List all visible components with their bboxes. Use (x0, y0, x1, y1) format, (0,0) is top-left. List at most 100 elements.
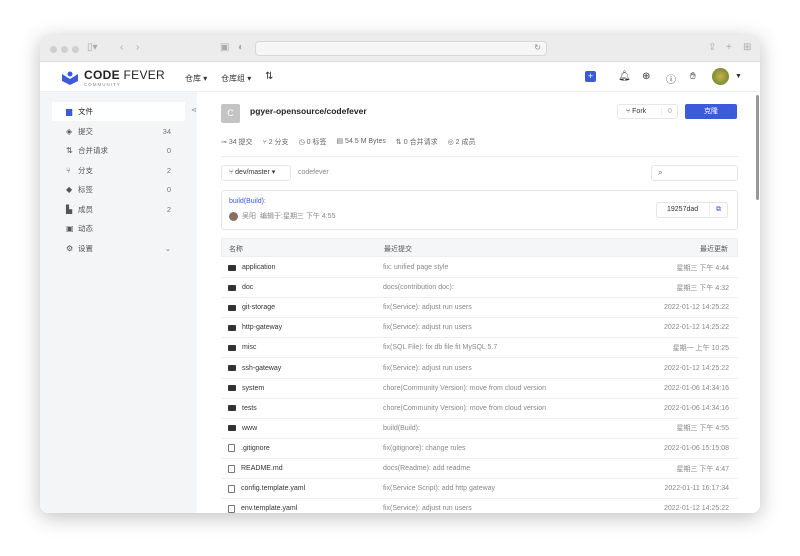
commit-message[interactable]: fix(Service): adjust run users (383, 365, 472, 372)
file-name[interactable]: system (242, 385, 264, 392)
commit-message[interactable]: chore(Community Version): move from clou… (383, 385, 546, 392)
back-icon[interactable]: ‹ (120, 42, 123, 53)
reload-icon[interactable]: ↻ (534, 43, 541, 52)
merge-requests-icon[interactable]: ⇅ (265, 71, 273, 82)
table-row[interactable]: git-storage fix(Service): adjust run user… (221, 298, 738, 319)
avatar[interactable] (712, 68, 729, 85)
file-name[interactable]: www (242, 425, 257, 432)
bell-icon[interactable]: 🔔︎ (618, 71, 631, 82)
commit-message[interactable]: docs(contribution doc): (383, 284, 454, 291)
file-name[interactable]: application (242, 264, 275, 271)
table-row[interactable]: tests chore(Community Version): move from… (221, 399, 738, 419)
table-row[interactable]: misc fix(SQL File): fix db file fit MySQL… (221, 338, 738, 359)
updated-time: 星期三 下午 4:44 (676, 264, 729, 272)
table-row[interactable]: ssh-gateway fix(Service): adjust run user… (221, 359, 738, 379)
updated-time: 2022-01-12 14:25:22 (664, 364, 729, 372)
sidebar-item[interactable]: ▆ 文件 (52, 102, 185, 121)
commit-message[interactable]: build(Build): (383, 425, 420, 432)
branch-select[interactable]: ⑂ dev/master ▾ (221, 165, 291, 181)
commit-message[interactable]: chore(Community Version): move from clou… (383, 405, 546, 412)
copy-icon[interactable]: ⧉ (709, 203, 727, 217)
commit-message[interactable]: fix(Service): adjust run users (383, 304, 472, 311)
file-name[interactable]: doc (242, 284, 253, 291)
sidebar-item[interactable]: ◈ 提交 34 (52, 122, 185, 141)
last-commit-message[interactable]: build(Build): (229, 198, 266, 205)
col-name: 名称 (229, 246, 243, 253)
sidebar-item[interactable]: ◆ 标签 0 (52, 180, 185, 199)
avatar-dropdown-icon[interactable]: ▼ (735, 73, 742, 80)
table-row[interactable]: doc docs(contribution doc): 星期三 下午 4:32 (221, 278, 738, 299)
file-name[interactable]: tests (242, 405, 257, 412)
globe-icon[interactable]: ⊕ (642, 71, 650, 82)
new-tab-icon[interactable]: + (726, 42, 732, 53)
table-row[interactable]: http-gateway fix(Service): adjust run use… (221, 318, 738, 339)
breadcrumb-path[interactable]: codefever (298, 169, 329, 176)
shield-icon[interactable]: ◐ (238, 42, 244, 53)
commit-message[interactable]: fix: unified page style (383, 264, 448, 271)
table-row[interactable]: README.md docs(Readme): add readme 星期三 下午 … (221, 459, 738, 479)
commit-message[interactable]: fix(SQL File): fix db file fit MySQL 5.7 (383, 344, 497, 351)
file-name[interactable]: misc (242, 344, 256, 351)
commit-message[interactable]: fix(Service): adjust run users (383, 324, 472, 331)
table-row[interactable]: config.template.yaml fix(Service Script):… (221, 479, 738, 500)
commit-message[interactable]: docs(Readme): add readme (383, 465, 470, 472)
commit-hash[interactable]: 19257dad ⧉ (656, 202, 728, 218)
table-row[interactable]: application fix: unified page style 星期三 下午… (221, 258, 738, 278)
plus-icon[interactable]: + (585, 71, 596, 82)
commit-message[interactable]: fix(gitignore): change rules (383, 445, 466, 452)
table-row[interactable]: www build(Build): 星期三 下午 4:55 (221, 419, 738, 439)
sidebar-item[interactable]: ▣ 动态 (52, 219, 185, 238)
stat-item[interactable]: ◷ 0 标签 (299, 137, 327, 147)
stat-item[interactable]: ⇅ 0 合并请求 (396, 137, 438, 147)
collapse-sidebar-icon[interactable]: ⋖ (191, 106, 197, 114)
share-icon[interactable]: ⇪ (708, 42, 716, 53)
tabs-overview-icon[interactable]: ⊞ (743, 42, 751, 53)
sidebar-item[interactable]: ▙ 成员 2 (52, 200, 185, 219)
address-bar[interactable]: ↻ (255, 41, 547, 56)
file-name[interactable]: README.md (241, 465, 283, 472)
help-icon[interactable]: ⓘ (666, 71, 676, 86)
file-name[interactable]: http-gateway (242, 324, 282, 331)
folder-icon (228, 385, 236, 392)
logo-accent: FEVER (123, 68, 166, 82)
scrollbar[interactable] (756, 95, 759, 200)
clone-button[interactable]: 克隆 (685, 104, 737, 119)
table-row[interactable]: env.template.yaml fix(Service): adjust ru… (221, 499, 738, 513)
nav-repo-groups[interactable]: 仓库组 ▾ (221, 73, 251, 84)
sidebar-item[interactable]: ⇅ 合并请求 0 (52, 141, 185, 160)
commit-message[interactable]: fix(Service): adjust run users (383, 505, 472, 512)
sidebar-item-count: 2 (166, 204, 171, 214)
reader-icon[interactable]: ▣ (220, 42, 229, 53)
logo[interactable]: CODE FEVER COMMUNITY (62, 68, 165, 87)
file-icon (228, 444, 235, 453)
stat-item[interactable]: ⊸ 34 提交 (221, 137, 253, 147)
search-icon: ⌕ (658, 168, 663, 177)
branch-label: dev/master (235, 169, 270, 176)
file-name[interactable]: git-storage (242, 304, 275, 311)
hand-icon[interactable]: ✋︎ (690, 71, 696, 82)
window-controls[interactable] (50, 46, 79, 53)
file-name[interactable]: env.template.yaml (241, 505, 297, 512)
fork-button[interactable]: ⑂ Fork 0 (617, 104, 678, 119)
updated-time: 2022-01-12 14:25:22 (664, 324, 729, 332)
stat-item[interactable]: ⑂ 2 分支 (263, 137, 289, 147)
file-search-input[interactable]: ⌕ (651, 165, 738, 181)
file-name[interactable]: config.template.yaml (241, 485, 305, 492)
repo-stats: ⊸ 34 提交 ⑂ 2 分支 ◷ 0 标签 ▤ 54.5 M Bytes ⇅ 0 合并请… (221, 137, 475, 147)
stat-item[interactable]: ▤ 54.5 M Bytes (336, 137, 385, 147)
table-row[interactable]: system chore(Community Version): move fro… (221, 379, 738, 399)
commit-message[interactable]: fix(Service Script): add http gateway (383, 485, 495, 492)
sidebar-item-label: 文件 (78, 107, 93, 116)
file-name[interactable]: ssh-gateway (242, 365, 281, 372)
sidebar-item[interactable]: ⚙ 设置 ⌄ (52, 239, 185, 258)
commit-time: 编辑于:星期三 下午 4:55 (260, 213, 336, 220)
chevron-down-icon[interactable]: ⌄ (165, 244, 171, 253)
stat-item[interactable]: ◎ 2 成员 (448, 137, 476, 147)
forward-icon[interactable]: › (136, 42, 139, 53)
sidebar-item[interactable]: ⑂ 分支 2 (52, 161, 185, 180)
nav-repos[interactable]: 仓库 ▾ (185, 73, 207, 84)
sidebar-toggle-icon[interactable]: ▯▾ (87, 42, 98, 53)
file-name[interactable]: .gitignore (241, 445, 270, 452)
table-row[interactable]: .gitignore fix(gitignore): change rules 20… (221, 439, 738, 459)
fork-label: ⑂ Fork (618, 108, 662, 115)
